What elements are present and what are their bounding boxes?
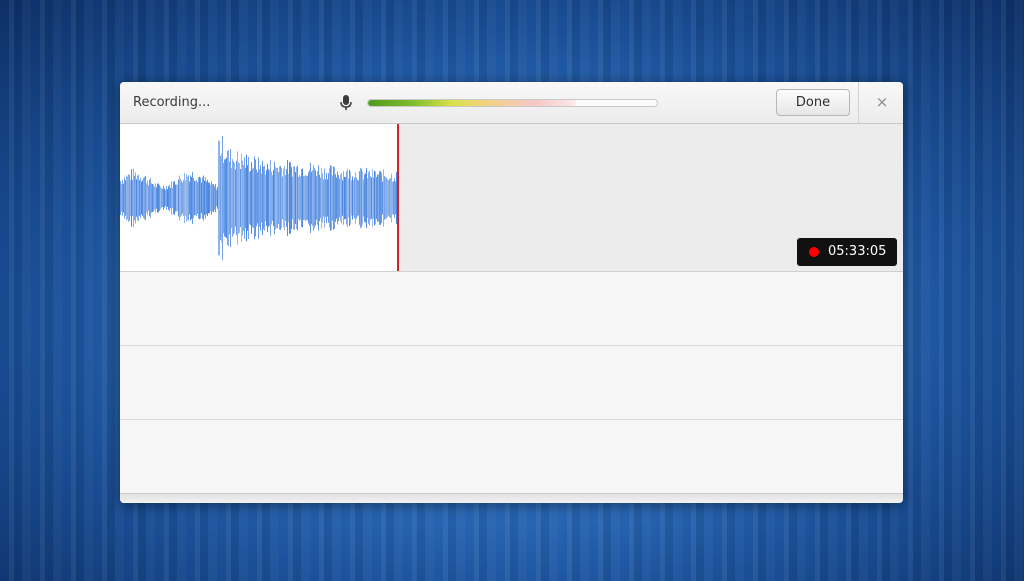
record-dot-icon [809,247,819,257]
sound-recorder-window: Recording... Done × 05:33:05 [120,82,903,503]
recording-timer: 05:33:05 [828,244,887,259]
recording-list-row[interactable] [120,346,903,420]
waveform [120,135,398,261]
bottom-edge [120,493,903,503]
recording-list-row[interactable] [120,420,903,494]
recorded-audio-region [120,124,398,271]
close-icon[interactable]: × [872,92,892,112]
recording-status-label: Recording... [133,95,211,110]
input-level-fill [368,100,577,106]
playhead[interactable] [397,124,399,271]
input-level-meter [367,99,658,107]
header-bar: Recording... Done × [120,82,903,124]
done-button[interactable]: Done [776,89,850,116]
waveform-view: 05:33:05 [120,124,903,272]
recording-list-row[interactable] [120,272,903,346]
microphone-icon [339,95,353,111]
recording-timer-badge: 05:33:05 [797,238,897,266]
header-separator [858,82,859,124]
